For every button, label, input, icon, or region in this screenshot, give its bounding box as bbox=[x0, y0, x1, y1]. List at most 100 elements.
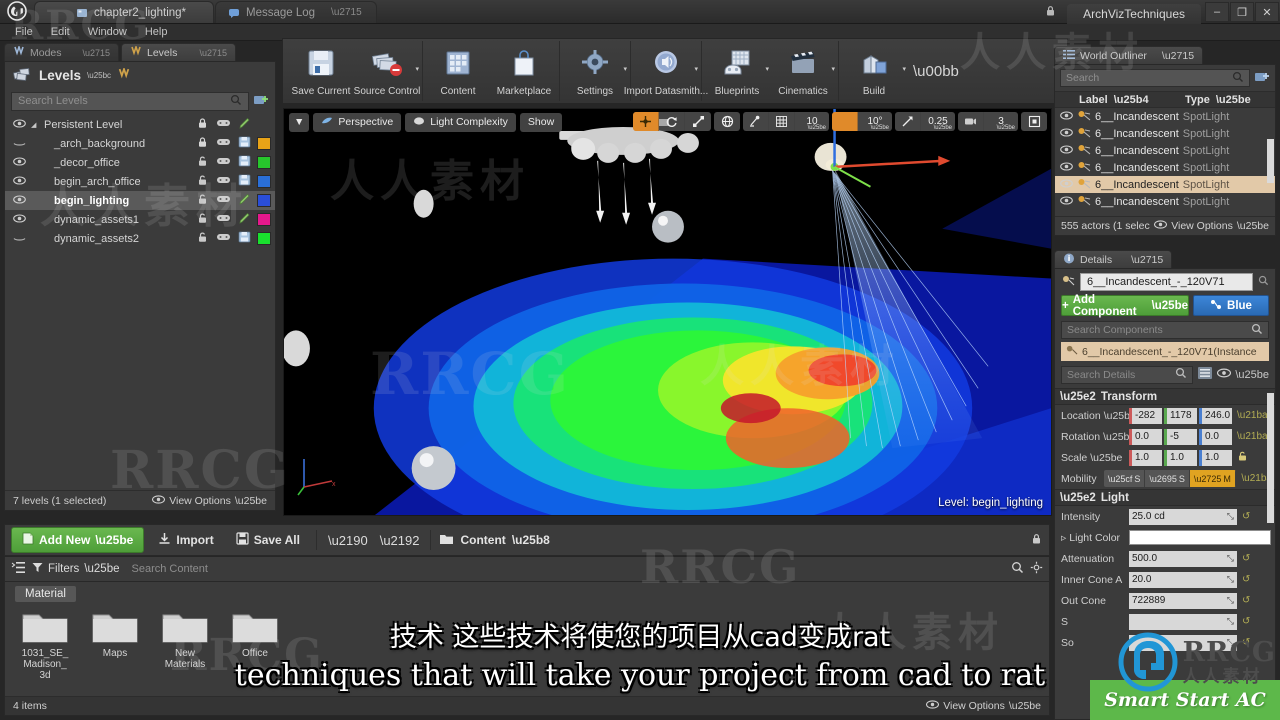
chevron-down-icon[interactable]: ▾ bbox=[623, 65, 627, 73]
scale-lock-icon[interactable] bbox=[1234, 450, 1251, 465]
outliner-row[interactable]: 6__Incandescent SpotLight bbox=[1055, 159, 1275, 176]
edit-icon[interactable] bbox=[236, 117, 253, 133]
visibility-toggle-icon[interactable] bbox=[11, 194, 27, 207]
angle-snap-toggle[interactable] bbox=[832, 112, 858, 131]
s-input[interactable]: ⤡ bbox=[1129, 613, 1237, 630]
asset-item[interactable]: Maps bbox=[89, 610, 141, 681]
chevron-double-right-icon[interactable]: \u00bb bbox=[909, 41, 963, 101]
visibility-toggle-icon[interactable] bbox=[1059, 128, 1073, 139]
translate-gizmo-button[interactable] bbox=[633, 112, 659, 131]
toolbar-settings-button[interactable]: Settings ▾ bbox=[562, 41, 628, 101]
tab-levels[interactable]: Levels \u2715 bbox=[121, 43, 236, 61]
chevron-down-icon[interactable]: \u25be bbox=[1235, 369, 1269, 381]
lock-open-icon[interactable] bbox=[194, 231, 211, 246]
level-row[interactable]: dynamic_assets2 bbox=[5, 229, 275, 248]
level-row[interactable]: begin_lighting bbox=[5, 191, 275, 210]
details-list-view-icon[interactable] bbox=[1197, 366, 1213, 383]
light-section-header[interactable]: \u25e2 Light bbox=[1055, 489, 1275, 506]
toolbar-cinematics-button[interactable]: Cinematics ▾ bbox=[770, 41, 836, 101]
blueprint-button[interactable]: Blue bbox=[1193, 295, 1269, 316]
tab-world-outliner[interactable]: World Outliner \u2715 bbox=[1054, 46, 1204, 64]
navigate-forward-button[interactable]: \u2192 bbox=[377, 533, 423, 548]
reset-s-icon[interactable]: ↺ bbox=[1239, 616, 1253, 627]
level-row[interactable]: _arch_background bbox=[5, 134, 275, 153]
lock-open-icon[interactable] bbox=[194, 193, 211, 208]
level-row[interactable]: begin_arch_office bbox=[5, 172, 275, 191]
camera-speed-value[interactable]: 3 \u25be bbox=[984, 112, 1018, 131]
outliner-view-options[interactable]: View Options \u25be bbox=[1154, 220, 1269, 232]
grid-snap-value[interactable]: 10 \u25be bbox=[795, 112, 829, 131]
asset-item[interactable]: New Materials bbox=[159, 610, 211, 681]
level-row[interactable]: _decor_office bbox=[5, 153, 275, 172]
spinner-icon[interactable]: ⤡ bbox=[1227, 595, 1234, 606]
view-mode-button[interactable]: Light Complexity bbox=[405, 112, 516, 132]
add-actor-icon[interactable] bbox=[1254, 70, 1270, 87]
transform-section-header[interactable]: \u25e2 Transform bbox=[1055, 388, 1275, 405]
tab-modes[interactable]: Modes \u2715 bbox=[4, 43, 119, 61]
scale-y-input[interactable]: 1.0 bbox=[1164, 449, 1197, 466]
toolbar-content-button[interactable]: Content bbox=[425, 41, 491, 101]
gameplay-icon[interactable] bbox=[215, 194, 232, 207]
scale-z-input[interactable]: 1.0 bbox=[1199, 449, 1232, 466]
location-x-input[interactable]: -282 bbox=[1129, 407, 1162, 424]
reset-inner-cone-a-icon[interactable]: ↺ bbox=[1239, 574, 1253, 585]
location-label[interactable]: Location \u25be bbox=[1061, 410, 1136, 422]
search-icon[interactable] bbox=[1011, 561, 1024, 577]
column-label[interactable]: Label \u25b4 bbox=[1055, 94, 1185, 106]
light-color-swatch[interactable] bbox=[1129, 530, 1271, 545]
inner-cone-a-input[interactable]: 20.0 ⤡ bbox=[1129, 571, 1237, 588]
gameplay-icon[interactable] bbox=[215, 175, 232, 188]
surface-snap-icon[interactable] bbox=[743, 112, 769, 131]
lock-open-icon[interactable] bbox=[194, 212, 211, 227]
content-lock-icon[interactable] bbox=[1030, 532, 1043, 548]
level-color-swatch[interactable] bbox=[257, 194, 271, 207]
out-cone-input[interactable]: 722889 ⤡ bbox=[1129, 592, 1237, 609]
toolbar-save-current-button[interactable]: Save Current bbox=[288, 41, 354, 101]
visibility-toggle-icon[interactable] bbox=[1059, 179, 1073, 190]
world-space-icon[interactable] bbox=[714, 112, 740, 131]
spinner-icon[interactable]: ⤡ bbox=[1227, 574, 1234, 585]
visibility-toggle-icon[interactable] bbox=[1059, 162, 1073, 173]
search-details-input[interactable]: Search Details bbox=[1061, 365, 1194, 384]
breadcrumb[interactable]: Content \u25b8 bbox=[439, 533, 550, 548]
level-row[interactable]: ◢ Persistent Level bbox=[5, 115, 275, 134]
scale-label[interactable]: Scale \u25be bbox=[1061, 452, 1129, 464]
column-type[interactable]: Type \u25be bbox=[1185, 94, 1275, 106]
asset-item[interactable]: Office bbox=[229, 610, 281, 681]
search-levels-input[interactable]: Search Levels bbox=[11, 91, 249, 111]
level-color-swatch[interactable] bbox=[257, 137, 271, 150]
lock-open-icon[interactable] bbox=[194, 174, 211, 189]
show-menu-button[interactable]: Show bbox=[519, 112, 563, 132]
mobility-static-button[interactable]: \u25cf Static bbox=[1104, 470, 1146, 487]
tab-details[interactable]: Details \u2715 bbox=[1054, 250, 1173, 268]
menu-help[interactable]: Help bbox=[136, 24, 177, 41]
lock-icon[interactable] bbox=[1044, 4, 1057, 20]
maximize-viewport-button[interactable] bbox=[1021, 112, 1047, 131]
outliner-row[interactable]: 6__Incandescent SpotLight bbox=[1055, 125, 1275, 142]
visibility-toggle-icon[interactable] bbox=[11, 118, 27, 131]
camera-speed-icon[interactable] bbox=[958, 112, 984, 131]
gameplay-icon[interactable] bbox=[215, 118, 232, 131]
rotation-x-input[interactable]: 0.0 bbox=[1129, 428, 1162, 445]
gameplay-icon[interactable] bbox=[215, 137, 232, 150]
edit-icon[interactable] bbox=[236, 212, 253, 228]
outliner-row[interactable]: 6__Incandescent SpotLight bbox=[1055, 108, 1275, 125]
gameplay-icon[interactable] bbox=[215, 232, 232, 245]
content-view-options[interactable]: View Options \u25be bbox=[926, 700, 1041, 712]
level-row[interactable]: dynamic_assets1 bbox=[5, 210, 275, 229]
levels-view-options[interactable]: View Options \u25be bbox=[152, 495, 267, 507]
filters-button[interactable]: Filters \u25be bbox=[32, 562, 120, 576]
lock-closed-icon[interactable] bbox=[194, 117, 211, 132]
tab-chapter2-lighting[interactable]: chapter2_lighting* bbox=[34, 1, 214, 23]
toolbar-build-button[interactable]: Build ▾ bbox=[841, 41, 907, 101]
close-icon[interactable]: \u2715 bbox=[331, 7, 362, 18]
scale-snap-value[interactable]: 0.25 \u25be bbox=[921, 112, 955, 131]
reset-out-cone-icon[interactable]: ↺ bbox=[1239, 595, 1253, 606]
outliner-scrollbar[interactable] bbox=[1267, 139, 1274, 183]
mobility-movable-button[interactable]: \u2725 Movable bbox=[1189, 470, 1237, 487]
level-color-swatch[interactable] bbox=[257, 156, 271, 169]
add-component-button[interactable]: + Add Component \u25be bbox=[1061, 294, 1189, 318]
add-level-icon[interactable] bbox=[253, 93, 269, 110]
spinner-icon[interactable]: ⤡ bbox=[1227, 553, 1234, 564]
camera-mode-button[interactable]: Perspective bbox=[313, 112, 402, 132]
